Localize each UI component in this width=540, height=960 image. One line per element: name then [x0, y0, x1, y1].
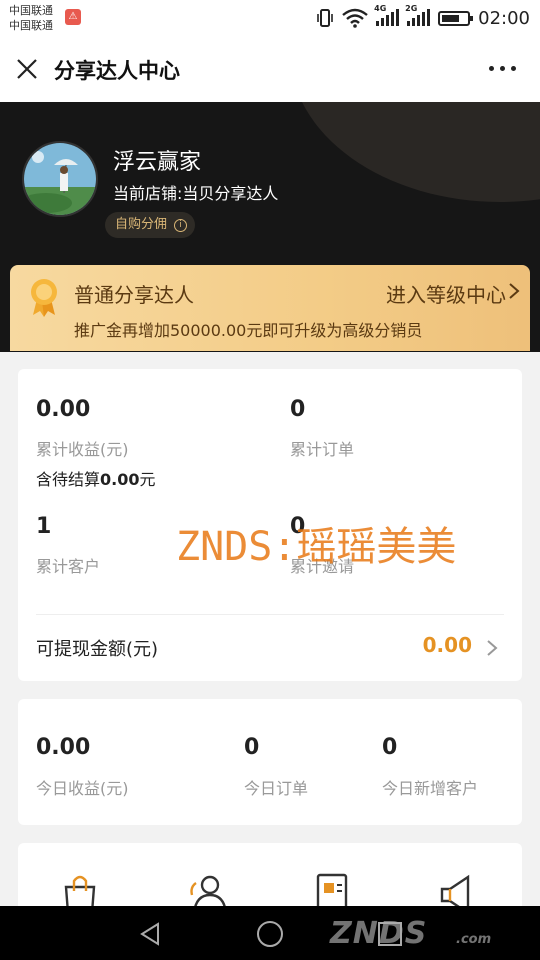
more-icon[interactable] [489, 66, 516, 71]
page-title: 分享达人中心 [54, 59, 180, 83]
status-bar: 中国联通 中国联通 ⚠ 4G 2G 02:00 [0, 0, 540, 36]
info-icon[interactable]: i [174, 219, 188, 232]
today-new-customers-value: 0 [382, 735, 398, 760]
network-2g-label: 2G [405, 4, 418, 13]
divider [36, 614, 504, 615]
vibrate-icon [317, 9, 333, 27]
signal-4g-icon: 4G [374, 4, 400, 26]
recent-apps-icon[interactable] [376, 920, 404, 948]
carrier-line-2: 中国联通 [9, 19, 53, 32]
self-commission-label: 自购分佣 [115, 217, 168, 232]
chevron-right-icon [509, 283, 520, 299]
today-income-label: 今日收益(元) [36, 779, 129, 798]
close-icon[interactable] [14, 56, 40, 82]
total-orders-value: 0 [290, 397, 306, 422]
title-bar: 分享达人中心 [0, 36, 540, 102]
total-orders-label: 累计订单 [290, 440, 355, 459]
pending-settlement: 含待结算0.00元 [36, 466, 156, 490]
battery-icon [438, 10, 474, 26]
battery-level [442, 14, 460, 22]
header-decoration [290, 102, 540, 202]
clock: 02:00 [478, 7, 530, 29]
watermark-text: ZNDS:瑶瑶美美 [176, 524, 457, 570]
notification-badge-icon: ⚠ [65, 9, 81, 25]
carrier-info: 中国联通 中国联通 [9, 3, 53, 33]
level-center-link[interactable]: 进入等级中心 [386, 279, 506, 308]
upgrade-hint: 推广金再增加50000.00元即可升级为高级分销员 [74, 321, 423, 340]
level-name: 普通分享达人 [74, 283, 194, 307]
level-card[interactable]: 普通分享达人 进入等级中心 推广金再增加50000.00元即可升级为高级分销员 [10, 265, 530, 351]
total-income-label: 累计收益(元) [36, 440, 129, 459]
total-customers-label: 累计客户 [36, 557, 101, 576]
user-name: 浮云赢家 [113, 150, 202, 175]
wifi-icon [342, 8, 368, 28]
today-income-value: 0.00 [36, 735, 91, 760]
avatar[interactable] [22, 141, 98, 217]
total-customers-value: 1 [36, 514, 52, 539]
today-new-customers-label: 今日新增客户 [382, 779, 479, 798]
signal-2g-icon: 2G [405, 4, 431, 26]
medal-icon [31, 279, 57, 317]
system-nav-bar: ZNDS .com [0, 906, 540, 960]
home-icon[interactable] [256, 920, 284, 948]
tools-card [18, 843, 522, 913]
carrier-line-1: 中国联通 [9, 4, 53, 17]
today-orders-label: 今日订单 [244, 779, 309, 798]
today-stats-card: 0.00 今日收益(元) 0 今日订单 0 今日新增客户 [18, 699, 522, 825]
pending-suffix: 元 [139, 470, 156, 489]
status-icons: 4G 2G 02:00 [316, 4, 530, 30]
withdrawable-label[interactable]: 可提现金额(元) [36, 635, 158, 661]
znds-logo-suffix: .com [456, 932, 492, 947]
pending-prefix: 含待结算 [36, 470, 101, 489]
back-icon[interactable] [136, 920, 164, 948]
today-orders-value: 0 [244, 735, 260, 760]
self-commission-tag[interactable]: 自购分佣 i [105, 212, 196, 238]
withdrawable-value[interactable]: 0.00 [423, 633, 472, 657]
pending-value: 0.00 [100, 470, 140, 489]
chevron-right-icon[interactable] [486, 639, 498, 657]
current-shop: 当前店铺:当贝分享达人 [113, 184, 279, 203]
network-4g-label: 4G [374, 4, 387, 13]
total-income-value: 0.00 [36, 397, 91, 422]
